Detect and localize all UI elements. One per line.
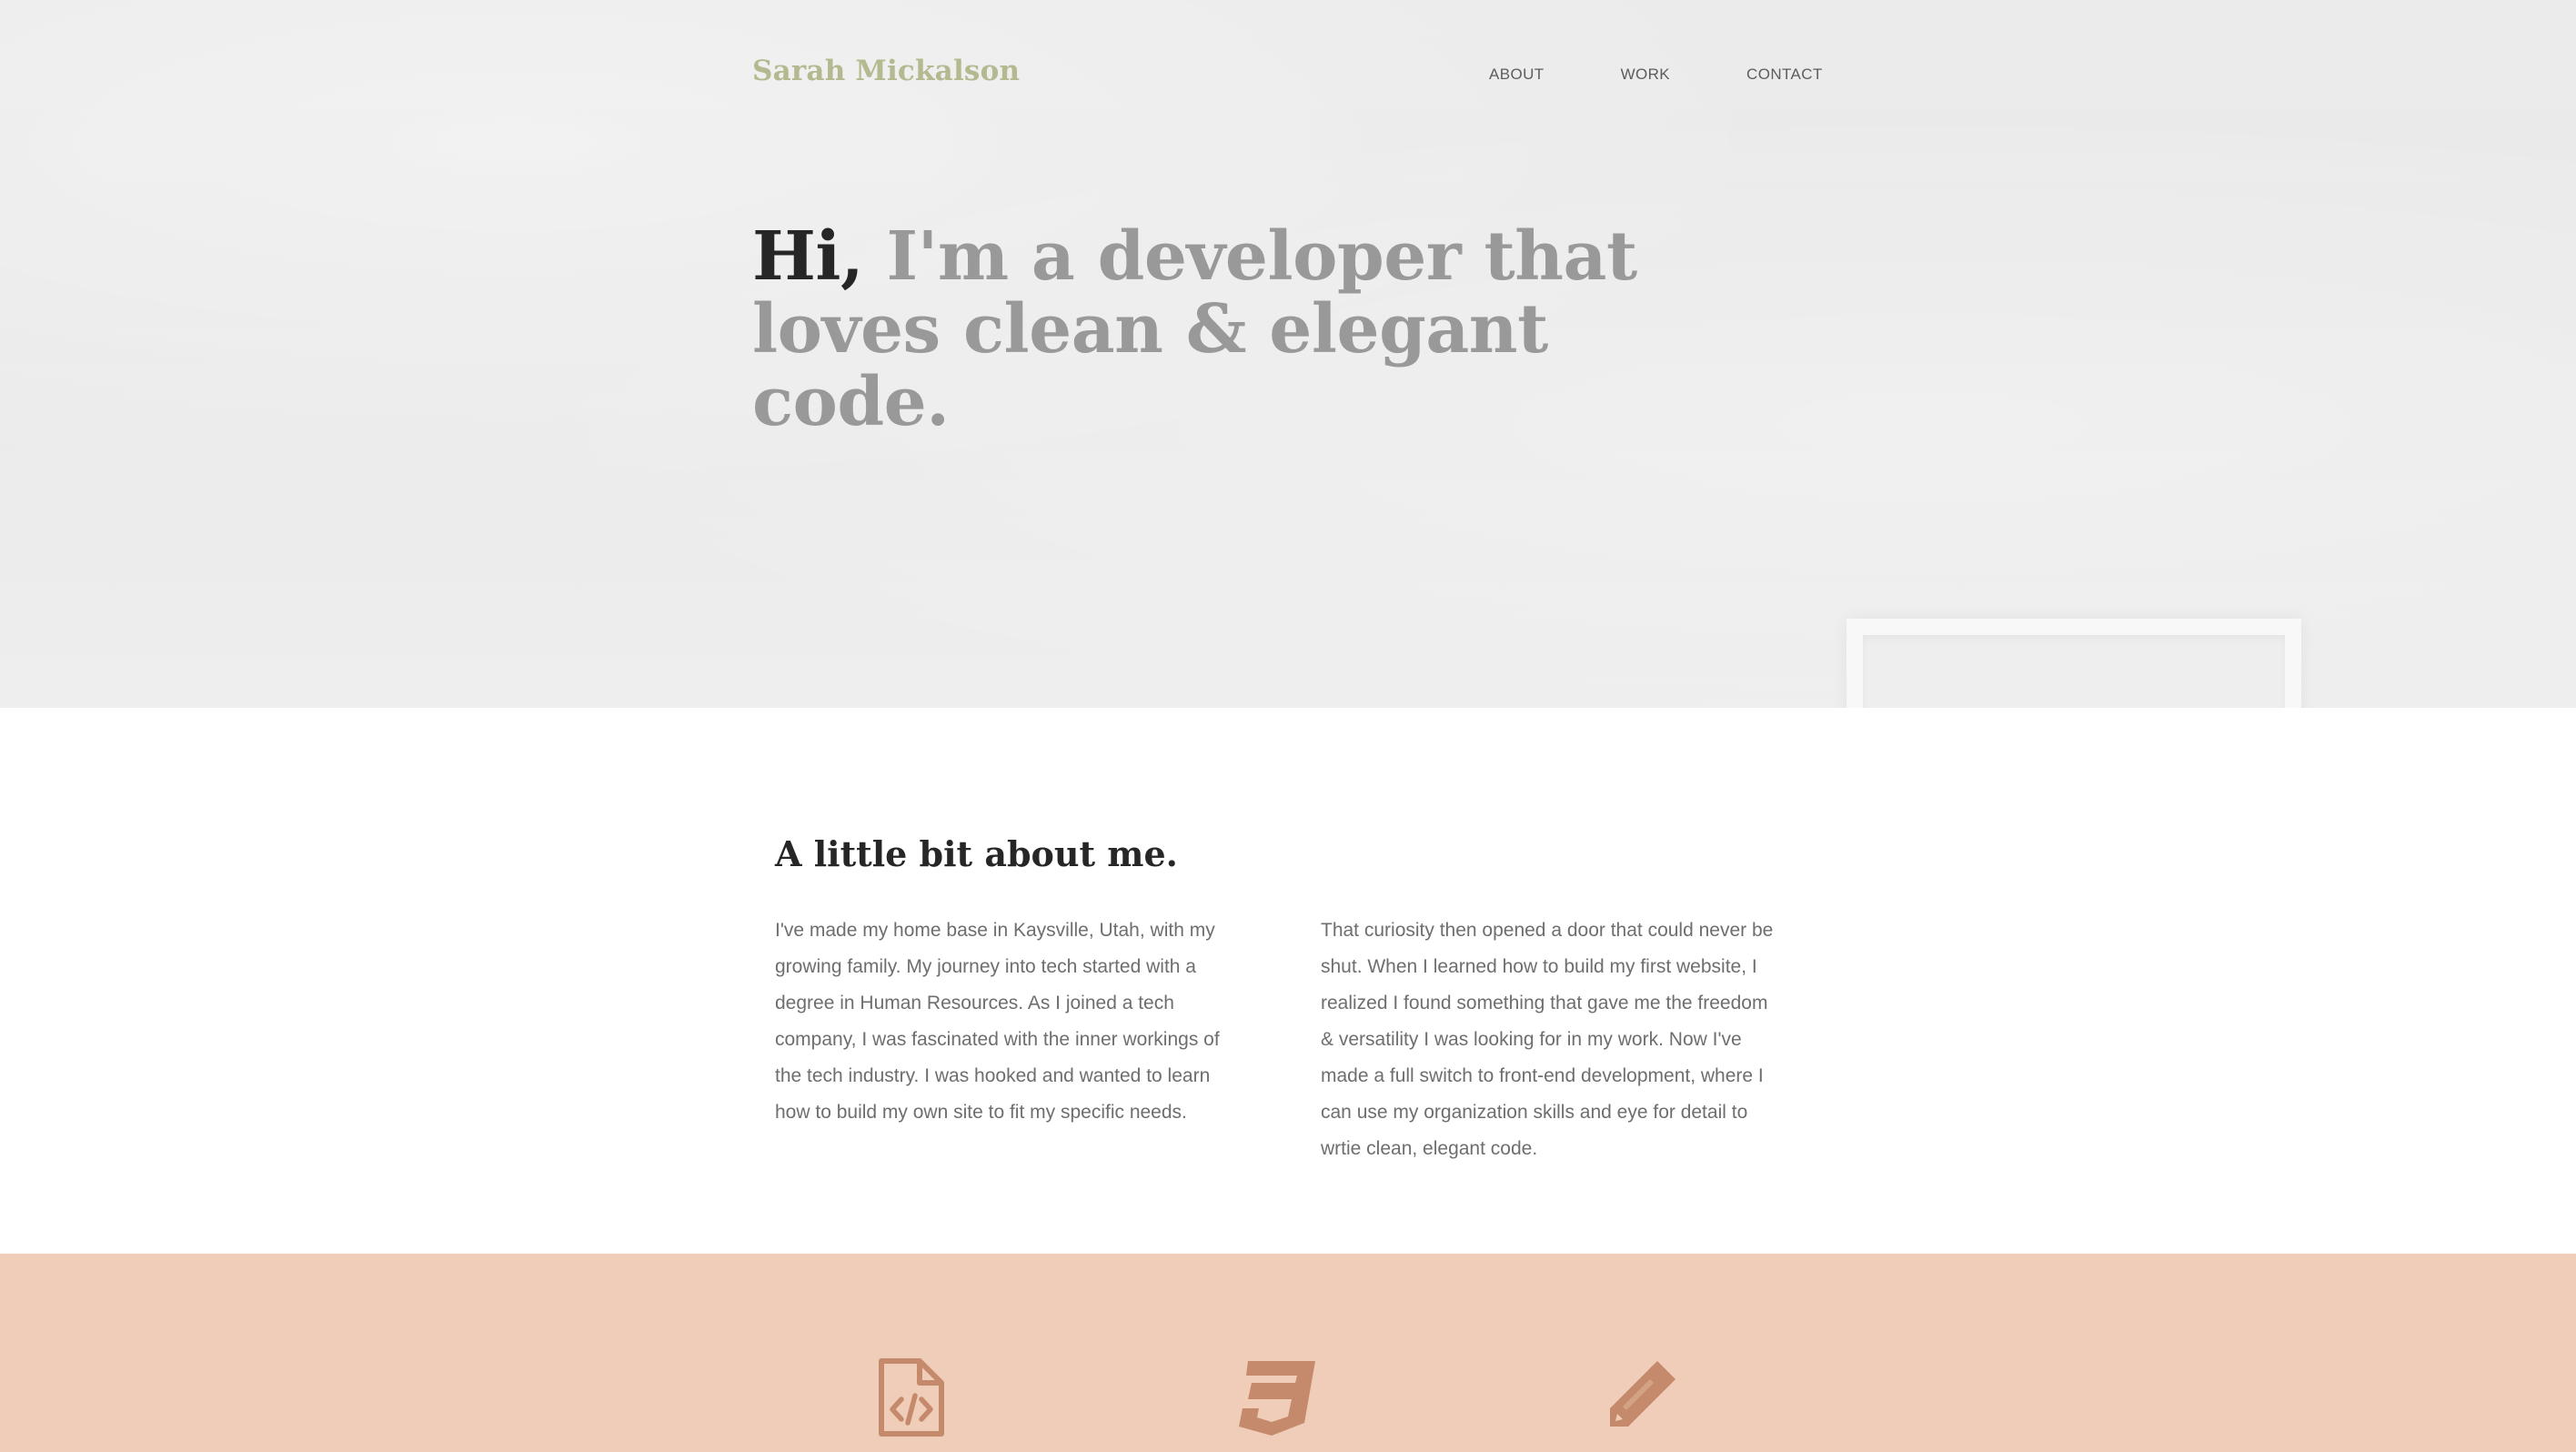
about-paragraph-right: That curiosity then opened a door that c… <box>1321 920 1774 1159</box>
hero-greeting: Hi, <box>752 217 864 296</box>
nav-item-about[interactable]: ABOUT <box>1489 66 1545 84</box>
about-paragraph-left: I've made my home base in Kaysville, Uta… <box>775 920 1220 1123</box>
hero-section: Sarah Mickalson ABOUT WORK CONTACT Hi, I… <box>0 0 2576 708</box>
about-section: A little bit about me. I've made my home… <box>0 708 2576 1254</box>
nav-item-contact[interactable]: CONTACT <box>1746 66 1823 84</box>
file-code-icon <box>879 1358 944 1437</box>
nav-item-work[interactable]: WORK <box>1621 66 1670 84</box>
css3-icon <box>1239 1361 1315 1436</box>
hero-headline-text: I'm a developer that loves clean & elega… <box>752 217 1637 441</box>
pencil-icon <box>1610 1361 1675 1427</box>
main-nav: ABOUT WORK CONTACT <box>1489 66 1823 84</box>
skills-section <box>0 1254 2576 1452</box>
about-title: A little bit about me. <box>775 832 1178 874</box>
site-logo[interactable]: Sarah Mickalson <box>752 55 1020 87</box>
decorative-frame <box>1846 619 2301 708</box>
hero-headline: Hi, I'm a developer that loves clean & e… <box>752 220 1753 439</box>
